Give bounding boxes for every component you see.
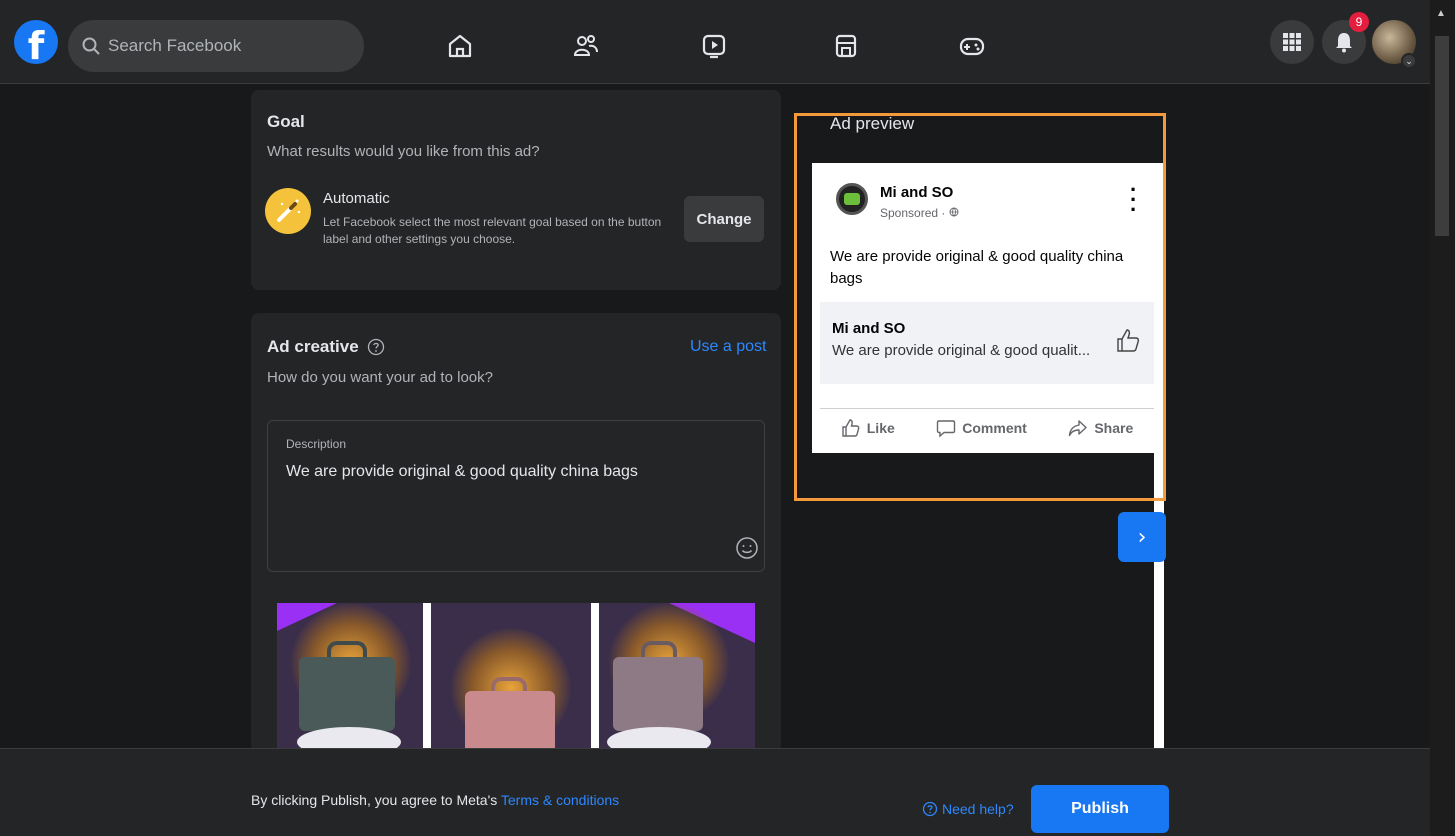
magic-wand-icon — [265, 188, 311, 234]
search-input[interactable]: Search Facebook — [68, 20, 364, 72]
agree-text: By clicking Publish, you agree to Meta's — [251, 792, 501, 808]
gaming-icon[interactable] — [952, 26, 992, 66]
goal-subtitle: What results would you like from this ad… — [267, 143, 540, 160]
friends-icon[interactable] — [566, 26, 606, 66]
terms-agreement: By clicking Publish, you agree to Meta's… — [251, 792, 619, 808]
ad-creative-section: Ad creative How do you want your ad to l… — [251, 313, 781, 753]
publish-button[interactable]: Publish — [1031, 785, 1169, 833]
goal-section: Goal What results would you like from th… — [251, 90, 781, 290]
emoji-icon[interactable] — [735, 536, 759, 560]
description-textarea[interactable]: Description We are provide original & go… — [267, 420, 765, 572]
need-help-label: Need help? — [942, 801, 1014, 817]
bag-image-mauve[interactable] — [599, 603, 755, 753]
image-separator — [591, 603, 599, 753]
marketplace-icon[interactable] — [826, 26, 866, 66]
bag-shape — [299, 657, 395, 731]
bag-shape — [465, 691, 555, 753]
scroll-up-arrow-icon[interactable]: ▲ — [1436, 8, 1446, 19]
need-help-link[interactable]: Need help? — [922, 801, 1014, 817]
notification-count-badge: 9 — [1349, 12, 1369, 32]
home-icon[interactable] — [440, 26, 480, 66]
top-navigation-bar: f Search Facebook 9 ⌄ — [0, 0, 1430, 84]
search-placeholder: Search Facebook — [108, 36, 242, 55]
goal-option-title: Automatic — [323, 190, 390, 207]
ad-creative-subtitle: How do you want your ad to look? — [267, 369, 493, 386]
watch-icon[interactable] — [694, 26, 734, 66]
bag-image-green[interactable] — [277, 603, 423, 753]
ad-media-carousel[interactable] — [277, 603, 755, 753]
menu-grid-icon[interactable] — [1270, 20, 1314, 64]
change-goal-button[interactable]: Change — [684, 196, 764, 242]
terms-link[interactable]: Terms & conditions — [501, 792, 619, 808]
description-label: Description — [286, 437, 347, 451]
goal-option-description: Let Facebook select the most relevant go… — [323, 215, 662, 246]
facebook-logo-icon[interactable]: f — [14, 20, 58, 64]
use-a-post-link[interactable]: Use a post — [690, 338, 766, 356]
goal-title: Goal — [267, 112, 305, 131]
description-value[interactable]: We are provide original & good quality c… — [286, 463, 638, 481]
search-icon — [82, 37, 100, 55]
ad-creative-title: Ad creative — [267, 337, 359, 356]
help-circle-icon — [922, 801, 938, 817]
help-icon[interactable] — [367, 338, 385, 356]
chevron-down-icon[interactable]: ⌄ — [1401, 53, 1417, 69]
next-preview-button[interactable]: › — [1118, 512, 1166, 562]
image-separator — [423, 603, 431, 753]
ad-creative-heading: Ad creative — [267, 337, 385, 357]
bag-image-pink[interactable] — [431, 603, 591, 753]
scrollbar-thumb[interactable] — [1435, 36, 1449, 236]
bag-shape — [613, 657, 703, 731]
ad-preview-highlight-frame — [794, 113, 1166, 501]
publish-footer: By clicking Publish, you agree to Meta's… — [0, 748, 1430, 836]
